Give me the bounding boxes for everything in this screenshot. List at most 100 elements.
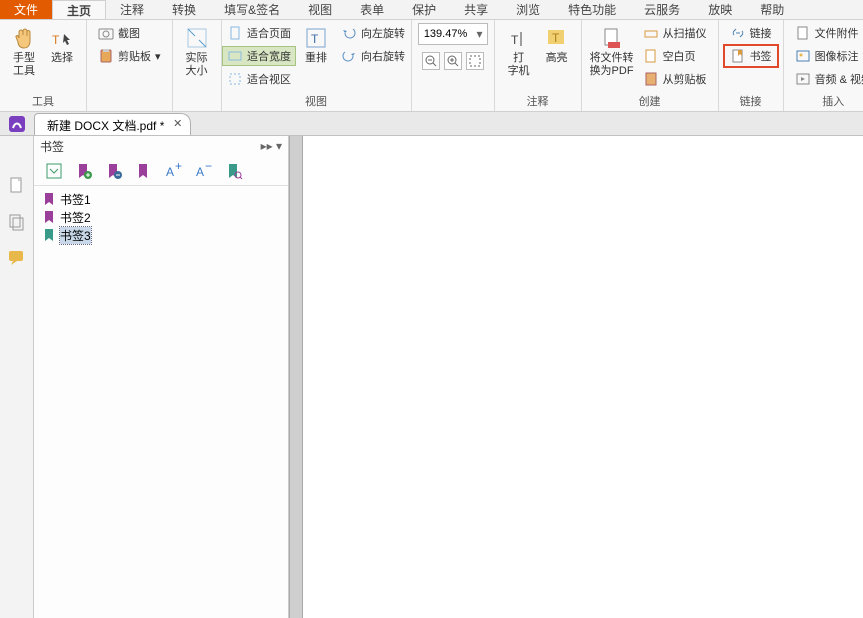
tab-cloud[interactable]: 云服务 [630,0,694,19]
audio-video-button[interactable]: 音频 & 视频 [790,69,863,89]
from-scanner-label: 从扫描仪 [663,25,707,41]
bookmark-item[interactable]: 书签3 [42,226,280,244]
group-create-label: 创建 [639,92,661,109]
tab-annot[interactable]: 注释 [106,0,158,19]
reflow-label: 重排 [305,52,327,65]
zoom-out-button[interactable] [422,52,440,70]
expand-all-button[interactable] [44,161,64,181]
thumbnails-panel-button[interactable] [7,212,27,232]
screenshot-button[interactable]: 截图 [93,23,166,43]
link-label: 链接 [750,25,772,41]
from-clipboard-button[interactable]: 从剪贴板 [638,69,712,89]
group-view-label: 视图 [305,92,327,109]
highlight-button[interactable]: T 高亮 [539,23,575,66]
tab-special[interactable]: 特色功能 [554,0,630,19]
file-attachment-button[interactable]: 文件附件 [790,23,863,43]
tab-share[interactable]: 共享 [450,0,502,19]
close-tab-icon[interactable]: ✕ [173,117,182,130]
from-scanner-button[interactable]: 从扫描仪 [638,23,712,43]
bookmark-label: 书签3 [60,227,91,244]
group-annotate-label: 注释 [527,92,549,109]
convert-to-pdf-button[interactable]: 将文件转 换为PDF [588,23,636,79]
image-icon [795,48,811,64]
svg-text:A: A [166,165,174,179]
select-tool-button[interactable]: T 选择 [44,23,80,66]
menubar: 文件 主页 注释 转换 填写&签名 视图 表单 保护 共享 浏览 特色功能 云服… [0,0,863,20]
marquee-zoom-button[interactable] [466,52,484,70]
tab-show[interactable]: 放映 [694,0,746,19]
group-size: 实际 大小 [173,20,222,111]
highlight-icon: T [545,26,569,50]
panel-collapse-icon[interactable]: ▸▸ ▾ [261,139,282,153]
typewriter-icon: T [507,26,531,50]
hand-tool-button[interactable]: 手型 工具 [6,23,42,79]
clipboard-button[interactable]: 剪贴板 ▾ [93,46,166,66]
rotate-left-label: 向左旋转 [361,25,405,41]
image-annotation-label: 图像标注 [815,48,859,64]
zoom-combo[interactable]: ▾ [418,23,488,45]
tab-browse[interactable]: 浏览 [502,0,554,19]
tab-protect[interactable]: 保护 [398,0,450,19]
zoom-in-button[interactable] [444,52,462,70]
group-link: 链接 书签 链接 [719,20,784,111]
workspace: 书签 ▸▸ ▾ A+ A− 书签1 书签2 书签3 [0,136,863,618]
typewriter-button[interactable]: T 打 字机 [501,23,537,79]
fit-visible-icon [227,71,243,87]
svg-text:A: A [196,165,204,179]
pages-panel-button[interactable] [7,176,27,196]
document-tab-title: 新建 DOCX 文档.pdf * [47,117,164,134]
reflow-button[interactable]: T 重排 [298,23,334,66]
side-toolbar [0,136,34,618]
zoom-dropdown-icon[interactable]: ▾ [473,27,487,41]
delete-bookmark-button[interactable] [104,161,124,181]
rotate-right-label: 向右旋转 [361,48,405,64]
fit-width-button[interactable]: 适合宽度 [222,46,296,66]
screenshot-label: 截图 [118,25,140,41]
fit-page-button[interactable]: 适合页面 [222,23,296,43]
fit-visible-button[interactable]: 适合视区 [222,69,296,89]
tab-file[interactable]: 文件 [0,0,52,19]
hand-tool-label: 手型 工具 [13,52,35,78]
zoom-out-text-button[interactable]: A− [194,161,214,181]
bookmark-icon [44,193,54,205]
blank-page-button[interactable]: 空白页 [638,46,712,66]
bookmark-icon [44,211,54,223]
tab-view[interactable]: 视图 [294,0,346,19]
comments-panel-button[interactable] [7,248,27,268]
find-bookmark-button[interactable] [224,161,244,181]
rotate-right-button[interactable]: 向右旋转 [336,46,410,66]
bookmark-page-icon [730,48,746,64]
select-tool-label: 选择 [51,52,73,65]
bookmark-label: 书签 [750,48,772,64]
zoom-in-text-button[interactable]: A+ [164,161,184,181]
zoom-input[interactable] [419,28,473,40]
group-link-label: 链接 [740,92,762,109]
paste-icon [643,71,659,87]
bookmark-item[interactable]: 书签2 [42,208,280,226]
tab-home[interactable]: 主页 [52,0,106,19]
text-select-icon: T [50,26,74,50]
file-pdf-icon [600,26,624,50]
bookmark-options-button[interactable] [134,161,154,181]
tab-fill-sign[interactable]: 填写&签名 [210,0,294,19]
tab-convert[interactable]: 转换 [158,0,210,19]
actual-size-button[interactable]: 实际 大小 [179,23,215,79]
tab-help[interactable]: 帮助 [746,0,798,19]
media-icon [795,71,811,87]
typewriter-label: 打 字机 [508,52,530,78]
bookmark-button[interactable]: 书签 [725,46,777,66]
image-annotation-button[interactable]: 图像标注 [790,46,863,66]
fit-width-label: 适合宽度 [247,48,291,64]
document-page[interactable] [303,136,863,618]
rotate-left-button[interactable]: 向左旋转 [336,23,410,43]
bookmark-item[interactable]: 书签1 [42,190,280,208]
document-tab[interactable]: 新建 DOCX 文档.pdf * ✕ [34,113,191,135]
new-bookmark-button[interactable] [74,161,94,181]
svg-text:T: T [552,31,560,45]
splitter[interactable] [289,136,303,618]
group-create: 将文件转 换为PDF 从扫描仪 空白页 从剪贴板 创建 [582,20,719,111]
link-button[interactable]: 链接 [725,23,777,43]
group-clipboard: 截图 剪贴板 ▾ [87,20,173,111]
tab-form[interactable]: 表单 [346,0,398,19]
svg-text:T: T [511,33,519,47]
